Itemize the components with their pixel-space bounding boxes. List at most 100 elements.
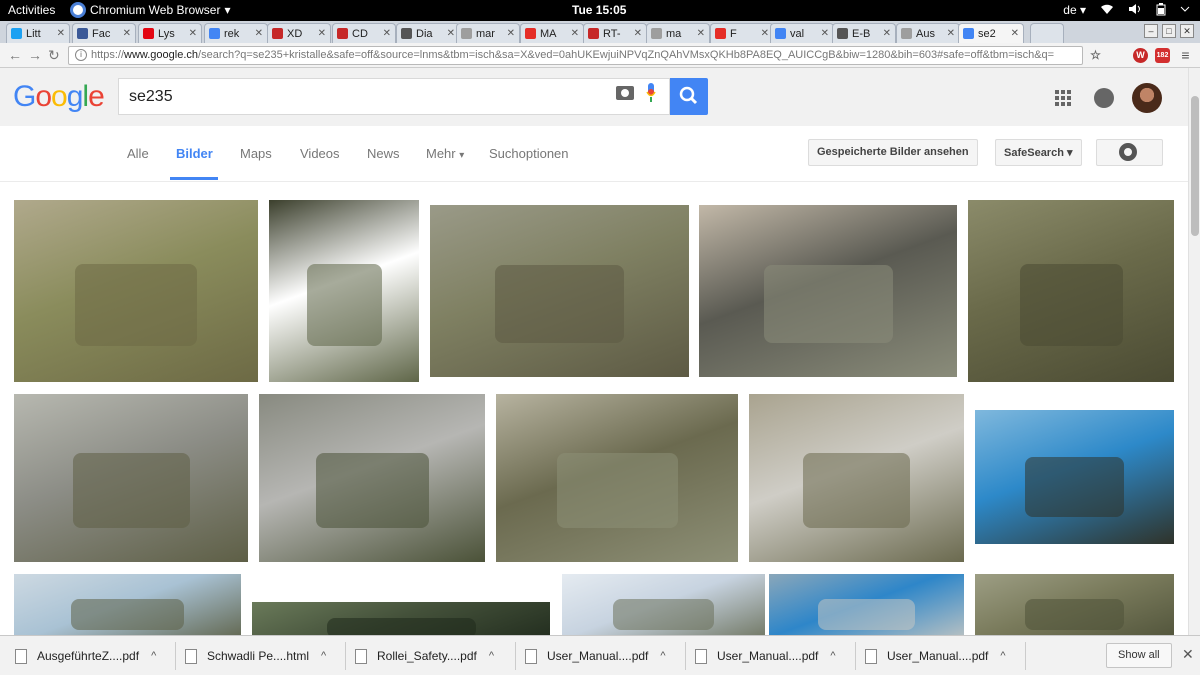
download-item[interactable]: Rollei_Safety....pdf ^ <box>355 642 494 670</box>
close-tab-icon[interactable]: ✕ <box>1011 28 1019 39</box>
new-tab-button[interactable] <box>1030 23 1064 43</box>
search-input[interactable]: se235 <box>118 78 670 115</box>
clock[interactable]: Tue 15:05 <box>572 3 626 17</box>
image-result-soldiers-sitting-radios[interactable] <box>14 200 258 382</box>
browser-tab[interactable]: F ✕ <box>710 23 774 43</box>
reload-icon[interactable]: ↻ <box>48 47 60 64</box>
image-result-se235-device-grey[interactable] <box>259 394 485 562</box>
image-result-three-soldiers-standing[interactable] <box>14 394 248 562</box>
page-info-icon[interactable]: i <box>75 49 87 61</box>
browser-tab[interactable]: Dia ✕ <box>396 23 460 43</box>
image-result-soldiers-classroom-desks[interactable] <box>749 394 964 562</box>
notifications-bell-icon[interactable] <box>1094 88 1114 108</box>
bookmark-star-icon[interactable]: ☆ <box>1088 48 1103 63</box>
close-tab-icon[interactable]: ✕ <box>255 28 263 39</box>
browser-tab[interactable]: mar ✕ <box>456 23 520 43</box>
close-tab-icon[interactable]: ✕ <box>697 28 705 39</box>
image-result-se235-device-blue-sky[interactable] <box>975 410 1174 544</box>
browser-tab[interactable]: Aus ✕ <box>896 23 960 43</box>
tab-mehr[interactable]: Mehr ▾ <box>426 146 464 161</box>
system-tray[interactable]: de ▾ <box>1063 3 1190 19</box>
browser-tab[interactable]: MA ✕ <box>520 23 584 43</box>
battery-icon[interactable] <box>1156 3 1166 19</box>
download-item[interactable]: User_Manual....pdf ^ <box>865 642 1006 670</box>
download-menu-caret-icon[interactable]: ^ <box>660 650 665 662</box>
power-menu-caret-icon[interactable] <box>1180 3 1190 19</box>
close-tab-icon[interactable]: ✕ <box>189 28 197 39</box>
show-all-downloads-button[interactable]: Show all <box>1106 643 1172 668</box>
close-tab-icon[interactable]: ✕ <box>883 28 891 39</box>
download-item[interactable]: Schwadli Pe....html ^ <box>185 642 326 670</box>
google-apps-icon[interactable] <box>1055 90 1071 106</box>
back-icon[interactable]: ← <box>8 47 22 63</box>
tab-alle[interactable]: Alle <box>127 146 149 161</box>
browser-tab[interactable]: ma ✕ <box>646 23 710 43</box>
browser-menu-icon[interactable]: ≡ <box>1178 48 1193 63</box>
download-item[interactable]: User_Manual....pdf ^ <box>525 642 666 670</box>
extension-w-icon[interactable]: W <box>1133 48 1148 63</box>
page-scrollbar[interactable] <box>1188 68 1200 635</box>
image-result-soldiers-bench-radio[interactable] <box>430 205 689 377</box>
download-item[interactable]: User_Manual....pdf ^ <box>695 642 836 670</box>
app-menu[interactable]: Chromium Web Browser ▾ <box>70 2 231 18</box>
close-window-icon[interactable]: ✕ <box>1180 24 1194 38</box>
tab-maps[interactable]: Maps <box>240 146 272 161</box>
volume-icon[interactable] <box>1128 3 1142 19</box>
image-result-soldiers-group-trees[interactable] <box>975 574 1174 635</box>
image-result-building-antennas[interactable] <box>769 574 964 635</box>
scrollbar-thumb[interactable] <box>1191 96 1199 236</box>
image-result-vehicle-antenna-mountains[interactable] <box>562 574 765 635</box>
activities-button[interactable]: Activities <box>8 3 55 17</box>
google-logo[interactable]: Google <box>13 80 105 114</box>
user-avatar[interactable] <box>1132 83 1162 113</box>
download-item[interactable]: AusgeführteZ....pdf ^ <box>15 642 156 670</box>
address-bar[interactable]: i https://www.google.ch/search?q=se235+k… <box>68 46 1083 65</box>
browser-tab[interactable]: se2 ✕ <box>958 23 1024 43</box>
download-menu-caret-icon[interactable]: ^ <box>489 650 494 662</box>
download-menu-caret-icon[interactable]: ^ <box>1000 650 1005 662</box>
browser-tab[interactable]: Fac ✕ <box>72 23 136 43</box>
download-menu-caret-icon[interactable]: ^ <box>151 650 156 662</box>
keyboard-layout[interactable]: de ▾ <box>1063 3 1086 19</box>
wifi-icon[interactable] <box>1100 3 1114 19</box>
tab-bilder[interactable]: Bilder <box>176 146 213 161</box>
adblock-icon[interactable]: 182 <box>1155 48 1170 63</box>
close-tab-icon[interactable]: ✕ <box>447 28 455 39</box>
close-tab-icon[interactable]: ✕ <box>761 28 769 39</box>
browser-tab[interactable]: Lys ✕ <box>138 23 202 43</box>
camera-search-icon[interactable] <box>616 86 634 100</box>
close-tab-icon[interactable]: ✕ <box>318 28 326 39</box>
close-downloads-bar-icon[interactable]: ✕ <box>1182 646 1194 663</box>
microphone-icon[interactable] <box>646 83 656 103</box>
close-tab-icon[interactable]: ✕ <box>634 28 642 39</box>
image-result-camouflage-net-radio[interactable] <box>968 200 1174 382</box>
close-tab-icon[interactable]: ✕ <box>383 28 391 39</box>
image-result-radio-backpack-product[interactable] <box>269 200 419 382</box>
saved-images-button[interactable]: Gespeicherte Bilder ansehen <box>808 139 978 166</box>
image-result-vehicles-antennas[interactable] <box>14 574 241 635</box>
search-button[interactable] <box>670 78 708 115</box>
close-tab-icon[interactable]: ✕ <box>571 28 579 39</box>
close-tab-icon[interactable]: ✕ <box>507 28 515 39</box>
restore-window-icon[interactable]: □ <box>1162 24 1176 38</box>
browser-tab[interactable]: rek ✕ <box>204 23 268 43</box>
tab-news[interactable]: News <box>367 146 400 161</box>
browser-tab[interactable]: val ✕ <box>770 23 834 43</box>
minimize-window-icon[interactable]: – <box>1144 24 1158 38</box>
close-tab-icon[interactable]: ✕ <box>947 28 955 39</box>
tab-videos[interactable]: Videos <box>300 146 340 161</box>
browser-tab[interactable]: RT- ✕ <box>583 23 647 43</box>
image-result-radio-classroom[interactable] <box>699 205 957 377</box>
tab-suchoptionen[interactable]: Suchoptionen <box>489 146 569 161</box>
image-result-soldiers-kneeling-radio[interactable] <box>496 394 738 562</box>
browser-tab[interactable]: Litt ✕ <box>6 23 70 43</box>
image-result-radio-keypad-closeup[interactable] <box>252 602 550 635</box>
download-menu-caret-icon[interactable]: ^ <box>321 650 326 662</box>
forward-icon[interactable]: → <box>28 47 42 63</box>
browser-tab[interactable]: E-B ✕ <box>832 23 896 43</box>
close-tab-icon[interactable]: ✕ <box>57 28 65 39</box>
safesearch-button[interactable]: SafeSearch ▾ <box>995 139 1082 166</box>
close-tab-icon[interactable]: ✕ <box>123 28 131 39</box>
browser-tab[interactable]: CD ✕ <box>332 23 396 43</box>
close-tab-icon[interactable]: ✕ <box>821 28 829 39</box>
